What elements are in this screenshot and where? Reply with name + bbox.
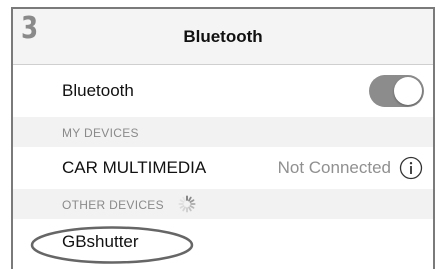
device-row-car-multimedia[interactable]: CAR MULTIMEDIA Not Connected: [13, 147, 433, 189]
section-label-other-devices: OTHER DEVICES: [62, 198, 164, 212]
section-header-other-devices: OTHER DEVICES: [13, 189, 433, 219]
highlight-ellipse: [30, 226, 194, 264]
navigation-bar: Bluetooth: [13, 9, 433, 65]
bluetooth-toggle[interactable]: [369, 75, 424, 107]
settings-screen: Bluetooth 3 Bluetooth MY DEVICES CAR MUL…: [11, 7, 435, 269]
info-icon[interactable]: [399, 156, 423, 180]
bluetooth-toggle-row: Bluetooth: [13, 65, 433, 117]
section-label-my-devices: MY DEVICES: [62, 126, 139, 140]
page-title: Bluetooth: [183, 27, 263, 46]
bluetooth-label: Bluetooth: [62, 81, 134, 100]
toggle-knob: [394, 77, 422, 105]
device-name: CAR MULTIMEDIA: [62, 158, 207, 177]
device-status: Not Connected: [277, 158, 391, 177]
step-number-badge: 3: [20, 10, 39, 46]
loading-spinner-icon: [178, 195, 196, 213]
section-header-my-devices: MY DEVICES: [13, 117, 433, 147]
